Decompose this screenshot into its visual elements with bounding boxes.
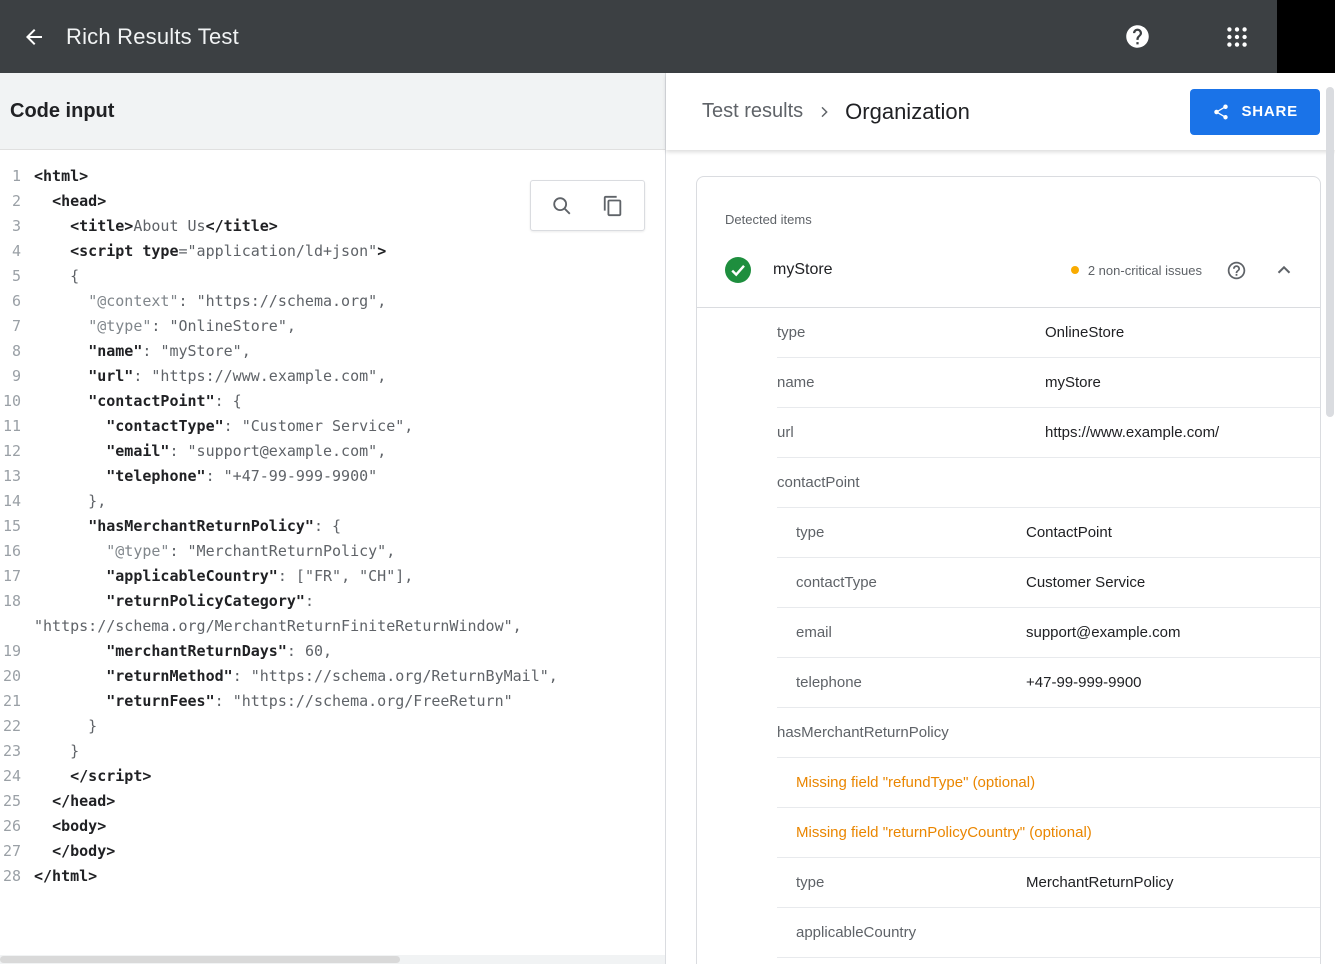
- main-split: Code input 1<html>2 <head>3 <title>About…: [0, 73, 1335, 964]
- code-line: 9 "url": "https://www.example.com",: [0, 364, 665, 389]
- code-line: 25 </head>: [0, 789, 665, 814]
- code-line: 27 </body>: [0, 839, 665, 864]
- table-row: typeMerchantReturnPolicy: [777, 858, 1320, 908]
- detected-items-label: Detected items: [725, 211, 1296, 229]
- code-line: 6 "@context": "https://schema.org",: [0, 289, 665, 314]
- breadcrumb-current: Organization: [845, 99, 970, 125]
- code-line: 17 "applicableCountry": ["FR", "CH"],: [0, 564, 665, 589]
- code-line: 18 "returnPolicyCategory":: [0, 589, 665, 614]
- warning-row: Missing field "returnPolicyCountry" (opt…: [777, 808, 1320, 858]
- topbar-actions: [1113, 0, 1335, 73]
- share-icon: [1212, 103, 1230, 121]
- code-line: 28</html>: [0, 864, 665, 889]
- table-row: typeContactPoint: [777, 508, 1320, 558]
- horizontal-scrollbar-thumb[interactable]: [0, 956, 400, 963]
- results-panel: Test results Organization SHARE Detected…: [666, 73, 1335, 964]
- code-line: 16 "@type": "MerchantReturnPolicy",: [0, 539, 665, 564]
- code-line: 14 },: [0, 489, 665, 514]
- group-row: contactPoint: [777, 458, 1320, 508]
- code-line: 13 "telephone": "+47-99-999-9900": [0, 464, 665, 489]
- code-toolbar: [530, 180, 645, 231]
- apps-grid-icon[interactable]: [1213, 13, 1261, 61]
- help-icon[interactable]: [1113, 13, 1161, 61]
- chevron-up-icon[interactable]: [1272, 258, 1296, 282]
- help-outline-icon[interactable]: [1224, 258, 1248, 282]
- code-line: 20 "returnMethod": "https://schema.org/R…: [0, 664, 665, 689]
- code-lines: 1<html>2 <head>3 <title>About Us</title>…: [0, 164, 665, 889]
- results-body: Detected items myStore 2 non-critical is…: [666, 150, 1335, 964]
- code-line: 10 "contactPoint": {: [0, 389, 665, 414]
- group-row: hasMerchantReturnPolicy: [777, 708, 1320, 758]
- table-row: namemyStore: [777, 358, 1320, 408]
- warning-dot-icon: [1071, 266, 1079, 274]
- detected-rows: typeOnlineStorenamemyStoreurlhttps://www…: [697, 308, 1320, 958]
- code-line: 22 }: [0, 714, 665, 739]
- code-line: 7 "@type": "OnlineStore",: [0, 314, 665, 339]
- results-header: Test results Organization SHARE: [666, 73, 1335, 150]
- vertical-scrollbar-thumb[interactable]: [1326, 87, 1334, 417]
- card-top: Detected items: [697, 177, 1320, 229]
- check-circle-icon: [725, 257, 751, 283]
- horizontal-scrollbar[interactable]: [0, 955, 665, 964]
- back-arrow-icon[interactable]: [10, 13, 58, 61]
- topbar-black-panel: [1277, 0, 1335, 73]
- issues-count: 2 non-critical issues: [1088, 263, 1202, 278]
- code-line: 24 </script>: [0, 764, 665, 789]
- table-row: telephone+47-99-999-9900: [777, 658, 1320, 708]
- entity-header-row: myStore 2 non-critical issues: [697, 235, 1320, 308]
- table-row: contactTypeCustomer Service: [777, 558, 1320, 608]
- code-line: 23 }: [0, 739, 665, 764]
- share-button-label: SHARE: [1241, 103, 1298, 120]
- code-line: 21 "returnFees": "https://schema.org/Fre…: [0, 689, 665, 714]
- chevron-right-icon: [816, 104, 832, 120]
- code-line: 19 "merchantReturnDays": 60,: [0, 639, 665, 664]
- detected-items-card: Detected items myStore 2 non-critical is…: [696, 176, 1321, 964]
- search-icon[interactable]: [542, 186, 582, 226]
- code-line: 12 "email": "support@example.com",: [0, 439, 665, 464]
- code-panel-header: Code input: [0, 73, 665, 150]
- code-line: 15 "hasMerchantReturnPolicy": {: [0, 514, 665, 539]
- copy-icon[interactable]: [593, 186, 633, 226]
- warning-row: Missing field "refundType" (optional): [777, 758, 1320, 808]
- table-row: urlhttps://www.example.com/: [777, 408, 1320, 458]
- breadcrumb: Test results Organization: [702, 99, 970, 125]
- code-editor[interactable]: 1<html>2 <head>3 <title>About Us</title>…: [0, 150, 665, 955]
- code-panel-title: Code input: [10, 100, 114, 123]
- app-title: Rich Results Test: [66, 24, 239, 50]
- code-panel: Code input 1<html>2 <head>3 <title>About…: [0, 73, 666, 964]
- code-line: 26 <body>: [0, 814, 665, 839]
- code-line: 11 "contactType": "Customer Service",: [0, 414, 665, 439]
- code-line: 8 "name": "myStore",: [0, 339, 665, 364]
- group-row: applicableCountry: [777, 908, 1320, 958]
- table-row: typeOnlineStore: [777, 308, 1320, 358]
- code-line: 5 {: [0, 264, 665, 289]
- code-line: "https://schema.org/MerchantReturnFinite…: [0, 614, 665, 639]
- table-row: emailsupport@example.com: [777, 608, 1320, 658]
- entity-status: 2 non-critical issues: [1071, 258, 1296, 282]
- code-line: 4 <script type="application/ld+json">: [0, 239, 665, 264]
- topbar: Rich Results Test: [0, 0, 1335, 73]
- entity-name: myStore: [773, 261, 833, 279]
- breadcrumb-test-results[interactable]: Test results: [702, 100, 803, 123]
- share-button[interactable]: SHARE: [1190, 89, 1320, 135]
